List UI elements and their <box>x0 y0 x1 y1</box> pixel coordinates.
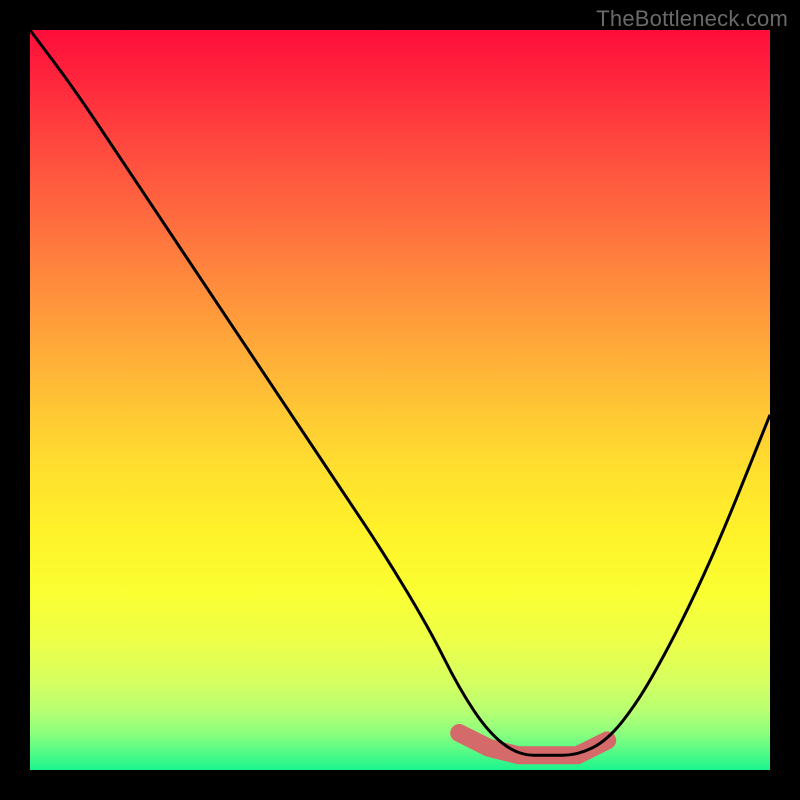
curve-svg <box>30 30 770 770</box>
chart-frame: TheBottleneck.com <box>0 0 800 800</box>
bottleneck-curve <box>30 30 770 755</box>
watermark-text: TheBottleneck.com <box>596 6 788 32</box>
gradient-plot-area <box>30 30 770 770</box>
